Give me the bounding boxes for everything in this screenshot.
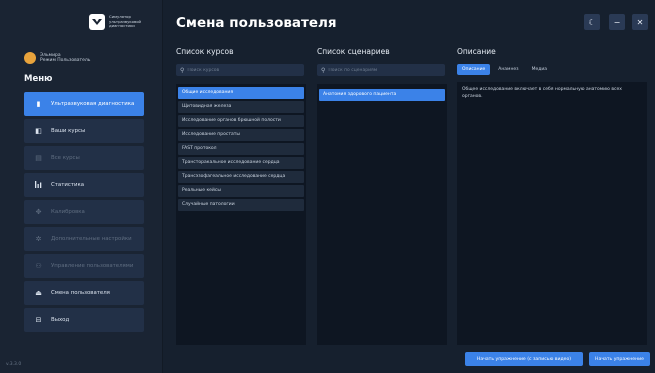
moon-icon: ☾ [588,17,596,27]
minimize-button[interactable]: − [609,14,625,30]
sidebar-item-label: Выход [51,317,70,323]
tab-anamnesis[interactable]: Анамнез [493,64,523,75]
start-button[interactable]: Начать упражнение [589,352,650,366]
list-item[interactable]: Исследование простаты [178,129,304,141]
sidebar-item-change-user[interactable]: ⏏ Смена пользователя [24,281,144,305]
sidebar-item-label: Дополнительные настройки [51,236,132,242]
sidebar-item-my-courses[interactable]: ◧ Ваши курсы [24,119,144,143]
ultrasound-icon: ▮ [36,99,41,108]
sidebar-item-label: Все курсы [51,155,80,161]
chart-icon [34,180,43,190]
sidebar-item-label: Смена пользователя [51,290,110,296]
scenarios-search-input[interactable] [328,67,445,73]
sidebar-item-label: Ультразвуковая диагностика [51,101,135,107]
logo-icon [89,14,105,30]
start-with-video-button[interactable]: Начать упражнение (с записью видео) [465,352,583,366]
sidebar-item-label: Статистика [51,182,85,188]
exit-icon: ⊟ [35,315,42,324]
sidebar: Симулятор ультразвуковой диагностики Эль… [0,0,163,373]
tab-media[interactable]: Медиа [527,64,552,75]
description-text: Общее исследование включает в себя норма… [462,87,622,99]
description-panel [457,82,647,345]
description-title: Описание [457,47,496,56]
page-title: Смена пользователя [176,15,337,31]
close-button[interactable]: ✕ [632,14,648,30]
calibration-icon: ✥ [35,207,42,216]
tab-description[interactable]: Описание [457,64,491,75]
courses-title: Список курсов [176,47,234,56]
close-icon: ✕ [636,17,644,27]
list-item[interactable]: Щитовидная железа [178,101,304,113]
list-item[interactable]: Трансторакальное исследование сердца [178,157,304,169]
courses-list: Общие исследования Щитовидная железа Исс… [176,84,306,345]
app-logo: Симулятор ультразвуковой диагностики [89,14,155,30]
theme-toggle-button[interactable]: ☾ [584,14,600,30]
users-icon: ⚇ [35,261,42,270]
sidebar-item-extra-settings[interactable]: ✲ Дополнительные настройки [24,227,144,251]
settings-icon: ✲ [35,234,42,243]
sidebar-item-all-courses[interactable]: ▤ Все курсы [24,146,144,170]
list-item[interactable]: Случайные патологии [178,199,304,211]
courses-search-input[interactable] [187,67,304,73]
list-item[interactable]: Анатомия здорового пациента [319,89,445,101]
user-info: Эльмира Режим Пользователь [24,52,90,64]
sidebar-item-label: Управление пользователями [51,263,134,269]
version-label: v.3.3.0 [6,362,22,367]
sidebar-item-label: Калибровка [51,209,85,215]
sidebar-item-calibration[interactable]: ✥ Калибровка [24,200,144,224]
courses-search[interactable]: ⚲ [176,64,304,76]
sidebar-item-statistics[interactable]: Статистика [24,173,144,197]
menu-title: Меню [24,74,53,84]
list-item[interactable]: Трансэзофагеальное исследование сердца [178,171,304,183]
user-switch-icon: ⏏ [35,288,42,297]
courses-icon: ▤ [35,153,42,162]
scenarios-title: Список сценариев [317,47,390,56]
sidebar-item-exit[interactable]: ⊟ Выход [24,308,144,332]
user-mode: Режим Пользователь [40,58,91,63]
list-item[interactable]: FAST протокол [178,143,304,155]
scenarios-list: Анатомия здорового пациента [317,84,447,345]
search-icon: ⚲ [321,66,326,74]
minimize-icon: − [613,17,621,27]
avatar [24,52,36,64]
book-icon: ◧ [35,126,42,135]
logo-text: Симулятор ультразвуковой диагностики [109,14,142,29]
scenarios-search[interactable]: ⚲ [317,64,445,76]
sidebar-item-user-management[interactable]: ⚇ Управление пользователями [24,254,144,278]
search-icon: ⚲ [180,66,185,74]
list-item[interactable]: Реальные кейсы [178,185,304,197]
sidebar-item-label: Ваши курсы [51,128,86,134]
list-item[interactable]: Исследование органов брюшной полости [178,115,304,127]
description-tabs: Описание Анамнез Медиа [457,64,555,75]
sidebar-item-ultrasound[interactable]: ▮ Ультразвуковая диагностика [24,92,144,116]
list-item[interactable]: Общие исследования [178,87,304,99]
